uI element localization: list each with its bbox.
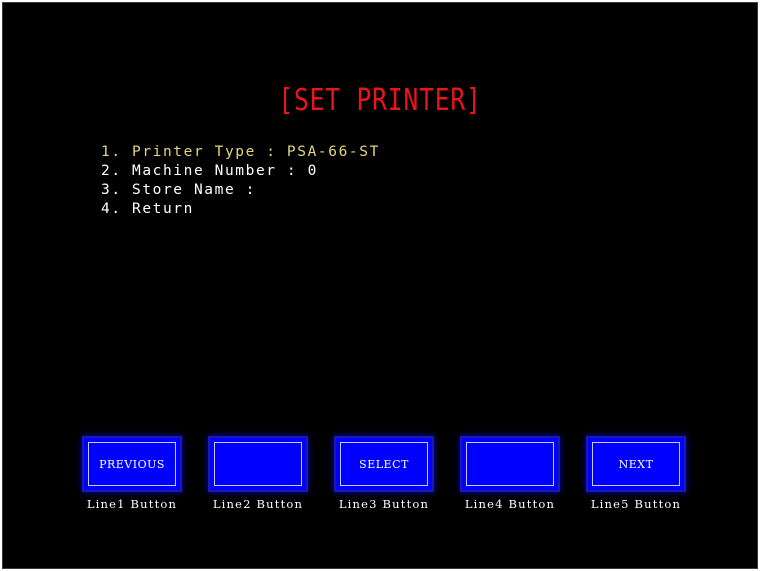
- menu-item-store-name[interactable]: 3. Store Name :: [101, 181, 380, 200]
- line3-button-group: SELECT Line3 Button: [329, 438, 439, 511]
- line4-button[interactable]: [462, 438, 558, 490]
- settings-menu: 1. Printer Type : PSA-66-ST 2. Machine N…: [101, 143, 380, 219]
- next-button[interactable]: NEXT: [588, 438, 684, 490]
- line2-button-label: [214, 442, 302, 486]
- previous-button[interactable]: PREVIOUS: [84, 438, 180, 490]
- line4-button-caption: Line4 Button: [464, 497, 556, 511]
- next-button-label: NEXT: [592, 442, 680, 486]
- page-title: [SET PRINTER]: [278, 83, 482, 118]
- line2-button-caption: Line2 Button: [212, 497, 304, 511]
- line3-button-caption: Line3 Button: [338, 497, 430, 511]
- printer-setup-screen: [SET PRINTER] 1. Printer Type : PSA-66-S…: [2, 2, 758, 569]
- line5-button-caption: Line5 Button: [590, 497, 682, 511]
- select-button[interactable]: SELECT: [336, 438, 432, 490]
- line2-button[interactable]: [210, 438, 306, 490]
- line4-button-label: [466, 442, 554, 486]
- line1-button-group: PREVIOUS Line1 Button: [77, 438, 187, 511]
- menu-item-printer-type[interactable]: 1. Printer Type : PSA-66-ST: [101, 143, 380, 162]
- previous-button-label: PREVIOUS: [88, 442, 176, 486]
- line2-button-group: Line2 Button: [203, 438, 313, 511]
- menu-item-machine-number[interactable]: 2. Machine Number : 0: [101, 162, 380, 181]
- select-button-label: SELECT: [340, 442, 428, 486]
- line1-button-caption: Line1 Button: [86, 497, 178, 511]
- line4-button-group: Line4 Button: [455, 438, 565, 511]
- line5-button-group: NEXT Line5 Button: [581, 438, 691, 511]
- menu-item-return[interactable]: 4. Return: [101, 200, 380, 219]
